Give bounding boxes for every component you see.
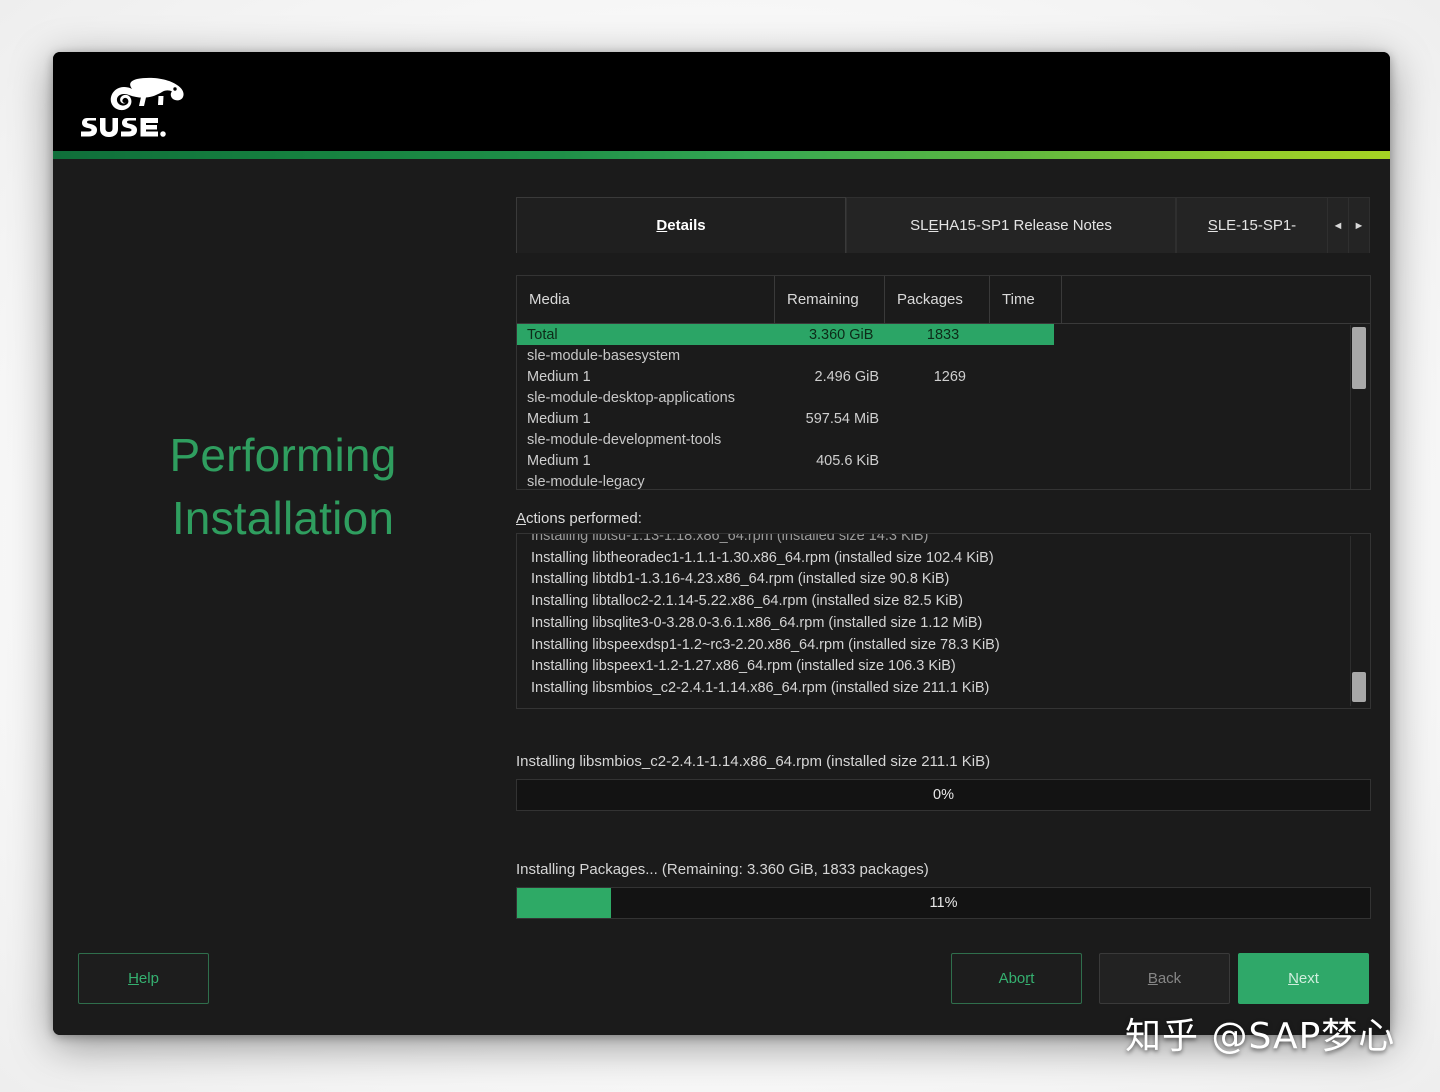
- table-cell-remaining: 3.360 GiB: [808, 326, 874, 343]
- back-button: Back: [1099, 953, 1230, 1004]
- table-row[interactable]: Medium 1 597.54 MiB: [517, 408, 1370, 429]
- tab-details[interactable]: Details: [516, 197, 846, 253]
- actions-performed-label: Actions performed:: [516, 510, 642, 527]
- table-row[interactable]: sle-module-desktop-applications: [517, 387, 1370, 408]
- media-table-rows: Total 3.360 GiB 1833 sle-module-basesystem M…: [517, 324, 1370, 490]
- table-cell-media: sle-module-development-tools: [527, 431, 722, 448]
- help-button-label: Help: [128, 970, 159, 987]
- window-body: Performing Installation Details SLEHA15-…: [53, 159, 1390, 1035]
- page-title-line2: Installation: [171, 491, 395, 544]
- log-line: Installing libtheoradec1-1.1.1-1.30.x86_…: [531, 549, 994, 566]
- chevron-right-icon[interactable]: ►: [1349, 197, 1370, 253]
- tab-details-label: Details: [656, 217, 706, 234]
- actions-log-lines: Installing libtsu-1.13-1.18.x86_64.rpm (…: [517, 533, 1370, 700]
- column-header-packages: Packages: [885, 276, 990, 323]
- log-line: Installing libspeex1-1.2-1.27.x86_64.rpm…: [531, 658, 956, 675]
- table-cell-media: sle-module-desktop-applications: [527, 389, 735, 406]
- media-table-scroll-thumb[interactable]: [1352, 327, 1366, 389]
- actions-log[interactable]: Installing libtsu-1.13-1.18.x86_64.rpm (…: [516, 533, 1371, 709]
- next-button-label: Next: [1288, 970, 1319, 987]
- current-package-progress: Installing libsmbios_c2-2.4.1-1.14.x86_6…: [516, 753, 1371, 811]
- table-cell-remaining: 405.6 KiB: [816, 452, 879, 469]
- media-table-scrollbar[interactable]: [1350, 325, 1366, 489]
- details-panel: Details SLEHA15-SP1 Release Notes SLE-15…: [516, 197, 1371, 919]
- current-package-progressbar: 0%: [516, 779, 1371, 811]
- tab-sle-15-sp1-label: SLE-15-SP1-: [1207, 217, 1297, 234]
- log-line: Installing libspeexdsp1-1.2~rc3-2.20.x86…: [531, 636, 1000, 653]
- log-line: Installing libtdb1-1.3.16-4.23.x86_64.rp…: [531, 571, 950, 588]
- actions-log-scrollbar[interactable]: [1350, 536, 1366, 706]
- brand-accent-bar: [53, 151, 1390, 159]
- table-cell-media: Total: [527, 326, 558, 343]
- table-row[interactable]: sle-module-legacy: [517, 471, 1370, 490]
- log-line: Installing libsqlite3-0-3.28.0-3.6.1.x86…: [531, 614, 983, 631]
- watermark: 知乎 @SAP梦心: [1125, 1016, 1396, 1057]
- current-package-progress-label: 0%: [933, 787, 954, 803]
- suse-chameleon-logo: [77, 70, 212, 140]
- window-header: [53, 52, 1390, 151]
- log-line: Installing libsmbios_c2-2.4.1-1.14.x86_6…: [531, 679, 990, 696]
- overall-progress-caption: Installing Packages... (Remaining: 3.360…: [516, 861, 929, 878]
- abort-button-label: Abort: [998, 970, 1035, 987]
- table-row[interactable]: Medium 1 2.496 GiB 1269: [517, 366, 1370, 387]
- log-line: Installing libtsu-1.13-1.18.x86_64.rpm (…: [531, 533, 929, 544]
- current-package-caption: Installing libsmbios_c2-2.4.1-1.14.x86_6…: [516, 753, 991, 770]
- table-cell-media: sle-module-basesystem: [527, 347, 681, 364]
- back-button-label: Back: [1147, 970, 1182, 987]
- overall-progressbar: 11%: [516, 887, 1371, 919]
- page-title: Performing Installation: [53, 424, 513, 549]
- table-row[interactable]: Total 3.360 GiB 1833: [517, 324, 1054, 345]
- tab-release-notes-label: SLEHA15-SP1 Release Notes: [910, 217, 1112, 234]
- column-header-media: Media: [517, 276, 775, 323]
- column-header-time: Time: [990, 276, 1062, 323]
- table-row[interactable]: sle-module-basesystem: [517, 345, 1370, 366]
- media-table-header: Media Remaining Packages Time: [517, 276, 1370, 324]
- media-table[interactable]: Media Remaining Packages Time Total 3.360…: [516, 275, 1371, 490]
- installer-window: Performing Installation Details SLEHA15-…: [53, 52, 1390, 1035]
- tab-release-notes[interactable]: SLEHA15-SP1 Release Notes: [846, 197, 1176, 253]
- table-cell-media: Medium 1: [527, 410, 591, 427]
- table-row[interactable]: sle-module-development-tools: [517, 429, 1370, 450]
- table-cell-media: Medium 1: [527, 368, 591, 385]
- abort-button[interactable]: Abort: [951, 953, 1082, 1004]
- actions-log-scroll-thumb[interactable]: [1352, 672, 1366, 702]
- table-cell-packages: 1833: [926, 326, 960, 343]
- table-cell-remaining: 597.54 MiB: [805, 410, 879, 427]
- column-header-remaining: Remaining: [775, 276, 885, 323]
- table-cell-remaining: 2.496 GiB: [814, 368, 880, 385]
- help-button[interactable]: Help: [78, 953, 209, 1004]
- tab-bar: Details SLEHA15-SP1 Release Notes SLE-15…: [516, 197, 1371, 253]
- log-line: Installing libtalloc2-2.1.14-5.22.x86_64…: [531, 593, 964, 610]
- next-button[interactable]: Next: [1238, 953, 1369, 1004]
- table-row[interactable]: Medium 1 405.6 KiB: [517, 450, 1370, 471]
- table-cell-packages: 1269: [933, 368, 966, 385]
- overall-progress: Installing Packages... (Remaining: 3.360…: [516, 861, 1371, 919]
- table-cell-media: sle-module-legacy: [527, 473, 645, 490]
- overall-progress-label: 11%: [929, 895, 958, 911]
- page-title-line1: Performing: [169, 429, 397, 481]
- tab-sle-15-sp1[interactable]: SLE-15-SP1-: [1176, 197, 1328, 253]
- table-cell-media: Medium 1: [527, 452, 591, 469]
- chevron-left-icon[interactable]: ◄: [1328, 197, 1349, 253]
